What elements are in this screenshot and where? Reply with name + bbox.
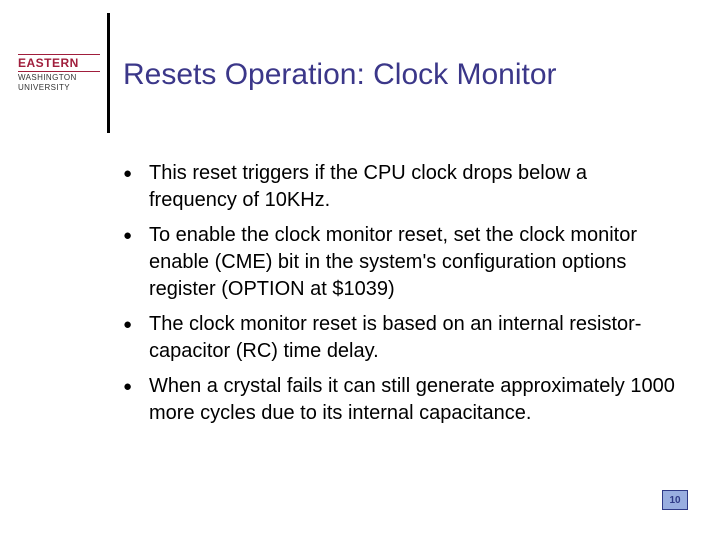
list-item: ● This reset triggers if the CPU clock d… bbox=[123, 160, 678, 214]
logo-line-2: WASHINGTON bbox=[18, 72, 100, 82]
bullet-list: ● This reset triggers if the CPU clock d… bbox=[123, 160, 678, 435]
bullet-text: This reset triggers if the CPU clock dro… bbox=[149, 160, 678, 214]
university-logo: EASTERN WASHINGTON UNIVERSITY bbox=[18, 54, 100, 92]
page-number: 10 bbox=[662, 490, 688, 510]
vertical-divider bbox=[107, 13, 110, 133]
bullet-text: The clock monitor reset is based on an i… bbox=[149, 311, 678, 365]
logo-line-1: EASTERN bbox=[18, 54, 100, 72]
list-item: ● The clock monitor reset is based on an… bbox=[123, 311, 678, 365]
bullet-text: When a crystal fails it can still genera… bbox=[149, 373, 678, 427]
bullet-text: To enable the clock monitor reset, set t… bbox=[149, 222, 678, 303]
bullet-icon: ● bbox=[123, 222, 149, 249]
list-item: ● When a crystal fails it can still gene… bbox=[123, 373, 678, 427]
bullet-icon: ● bbox=[123, 311, 149, 338]
bullet-icon: ● bbox=[123, 373, 149, 400]
logo-line-3: UNIVERSITY bbox=[18, 82, 100, 92]
slide-title: Resets Operation: Clock Monitor bbox=[123, 58, 557, 92]
bullet-icon: ● bbox=[123, 160, 149, 187]
list-item: ● To enable the clock monitor reset, set… bbox=[123, 222, 678, 303]
